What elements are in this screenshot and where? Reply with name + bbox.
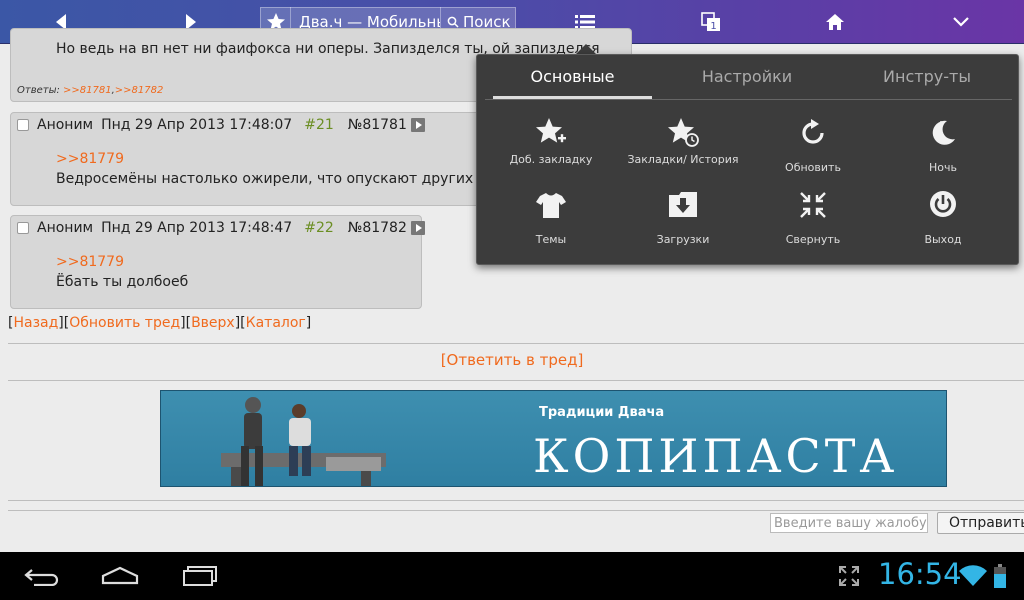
tab-main[interactable]: Основные	[493, 55, 652, 99]
menu-night-mode[interactable]: Ночь	[883, 109, 1003, 183]
post-author: Аноним	[37, 117, 94, 133]
post-date: Пнд 29 Апр 2013 17:48:07	[101, 117, 293, 133]
menu-item-label: Темы	[535, 233, 567, 246]
system-navigation-bar: 16:54	[0, 552, 1024, 600]
post-replies: Ответы: >>81781,>>81782	[17, 85, 164, 96]
send-complaint-button[interactable]: Отправить	[937, 512, 1024, 534]
tabs-button[interactable]: 1	[686, 0, 736, 44]
collapse-icon	[800, 192, 826, 218]
post-number[interactable]: #22	[304, 220, 334, 236]
post-id[interactable]: №81782	[348, 220, 407, 236]
post-date: Пнд 29 Апр 2013 17:48:47	[101, 220, 293, 236]
divider	[8, 500, 1024, 501]
post-number[interactable]: #21	[304, 117, 334, 133]
post-text: Ёбать ты долбоеб	[56, 274, 189, 290]
post-header: Аноним Пнд 29 Апр 2013 17:48:47 #22 №817…	[17, 220, 425, 236]
home-button[interactable]	[810, 0, 860, 44]
wifi-status	[958, 552, 988, 600]
post-menu-icon[interactable]	[410, 118, 425, 132]
post-header: Аноним Пнд 29 Апр 2013 17:48:07 #21 №817…	[17, 117, 425, 133]
tab-tools[interactable]: Инстру-ты	[842, 55, 1012, 99]
menu-refresh[interactable]: Обновить	[753, 109, 873, 183]
recent-apps-icon	[183, 566, 217, 586]
post-menu-icon[interactable]	[410, 221, 425, 235]
expand-button[interactable]	[936, 0, 986, 44]
system-home-button[interactable]	[92, 552, 148, 600]
reply-to-thread-link[interactable]: [Ответить в тред]	[0, 351, 1024, 369]
power-icon	[930, 191, 956, 217]
expand-arrows-icon	[839, 566, 859, 586]
tab-settings[interactable]: Настройки	[662, 55, 832, 99]
search-icon	[447, 16, 459, 28]
download-icon	[669, 192, 697, 217]
wifi-icon	[959, 565, 987, 586]
post-81782: Аноним Пнд 29 Апр 2013 17:48:47 #22 №817…	[10, 215, 425, 309]
menu-bookmarks-history[interactable]: Закладки/ История	[623, 109, 743, 183]
banner-figures-image	[221, 397, 386, 486]
nav-up-link[interactable]: Вверх	[191, 315, 235, 331]
post-checkbox[interactable]	[17, 222, 29, 234]
nav-refresh-link[interactable]: Обновить тред	[69, 315, 180, 331]
fullscreen-toggle[interactable]	[836, 552, 862, 600]
divider	[8, 510, 1024, 511]
menu-item-label: Свернуть	[785, 233, 841, 246]
home-icon	[826, 14, 844, 30]
menu-downloads[interactable]: Загрузки	[623, 179, 743, 253]
reply-link-81781[interactable]: >>81781	[63, 85, 112, 96]
menu-item-label: Доб. закладку	[509, 153, 593, 166]
star-add-icon	[536, 118, 566, 143]
post-reference-link[interactable]: >>81779	[56, 254, 124, 270]
battery-icon	[994, 564, 1006, 588]
menu-item-label: Загрузки	[656, 233, 710, 246]
popup-pointer	[576, 44, 596, 54]
banner-subtitle: Традиции Двача	[539, 405, 665, 420]
complaint-input[interactable]	[770, 513, 928, 533]
system-recents-button[interactable]	[172, 552, 228, 600]
post-reference-link[interactable]: >>81779	[56, 151, 124, 167]
status-clock: 16:54	[878, 557, 962, 591]
copypasta-banner[interactable]: Традиции Двача КОПИПАСТА	[160, 390, 947, 487]
menu-add-bookmark[interactable]: Доб. закладку	[491, 109, 611, 183]
post-author: Аноним	[37, 220, 94, 236]
menu-collapse[interactable]: Свернуть	[753, 179, 873, 253]
back-arrow-icon	[24, 569, 59, 586]
star-history-icon	[668, 118, 699, 147]
refresh-icon	[802, 119, 824, 144]
nav-back-link[interactable]: Назад	[13, 315, 58, 331]
tabs-icon: 1	[701, 12, 720, 32]
battery-status	[992, 552, 1008, 600]
chevron-down-icon	[953, 17, 969, 27]
nav-catalog-link[interactable]: Каталог	[246, 315, 306, 331]
svg-text:1: 1	[710, 21, 716, 32]
replies-label: Ответы:	[17, 85, 60, 96]
divider	[8, 380, 1024, 381]
banner-title: КОПИПАСТА	[533, 429, 899, 483]
system-back-button[interactable]	[14, 552, 70, 600]
moon-icon	[932, 120, 955, 145]
home-outline-icon	[101, 566, 139, 585]
menu-exit[interactable]: Выход	[883, 179, 1003, 253]
main-menu-popup: Основные Настройки Инстру-ты Доб. заклад…	[476, 54, 1019, 265]
thread-navigation: [Назад][Обновить тред][Вверх][Каталог]	[8, 315, 312, 331]
reply-link-81782[interactable]: >>81782	[115, 85, 164, 96]
menu-item-label: Закладки/ История	[627, 153, 739, 166]
menu-item-label: Выход	[924, 233, 962, 246]
divider	[8, 343, 1024, 344]
menu-item-label: Обновить	[785, 161, 841, 174]
menu-item-label: Ночь	[929, 161, 957, 174]
post-id[interactable]: №81781	[348, 117, 407, 133]
tshirt-icon	[536, 193, 566, 218]
menu-themes[interactable]: Темы	[491, 179, 611, 253]
post-checkbox[interactable]	[17, 119, 29, 131]
tabs-divider	[485, 99, 1012, 100]
